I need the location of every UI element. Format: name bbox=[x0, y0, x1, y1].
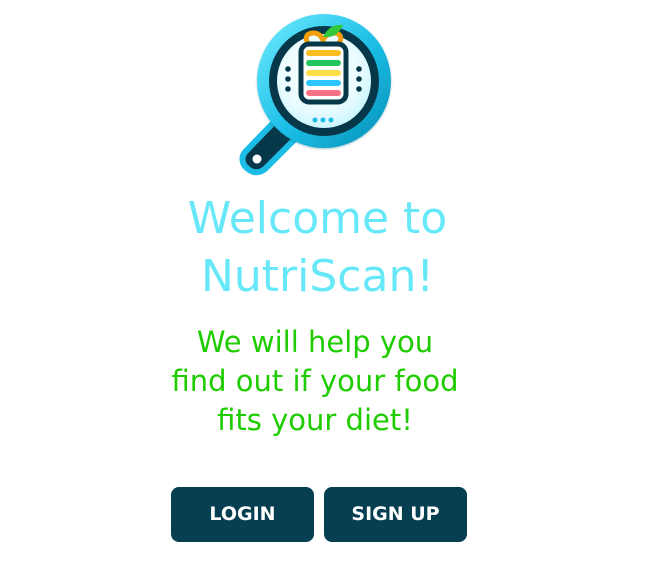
welcome-tagline: We will help you find out if your food f… bbox=[150, 323, 480, 440]
sign-up-button[interactable]: SIGN UP bbox=[324, 487, 467, 542]
welcome-title-line-2: NutriScan! bbox=[201, 251, 434, 302]
nutriscan-logo-icon bbox=[239, 14, 391, 176]
login-button[interactable]: LOGIN bbox=[171, 487, 314, 542]
tagline-line-2: find out if your food bbox=[171, 364, 459, 398]
tagline-line-3: fits your diet! bbox=[217, 403, 413, 437]
tagline-line-1: We will help you bbox=[196, 325, 434, 359]
welcome-title: Welcome to NutriScan! bbox=[120, 190, 515, 306]
welcome-screen: Welcome to NutriScan! We will help you f… bbox=[0, 0, 653, 581]
food-label-icon bbox=[298, 24, 349, 105]
welcome-title-line-1: Welcome to bbox=[187, 193, 448, 244]
progress-dots-icon bbox=[312, 117, 334, 123]
